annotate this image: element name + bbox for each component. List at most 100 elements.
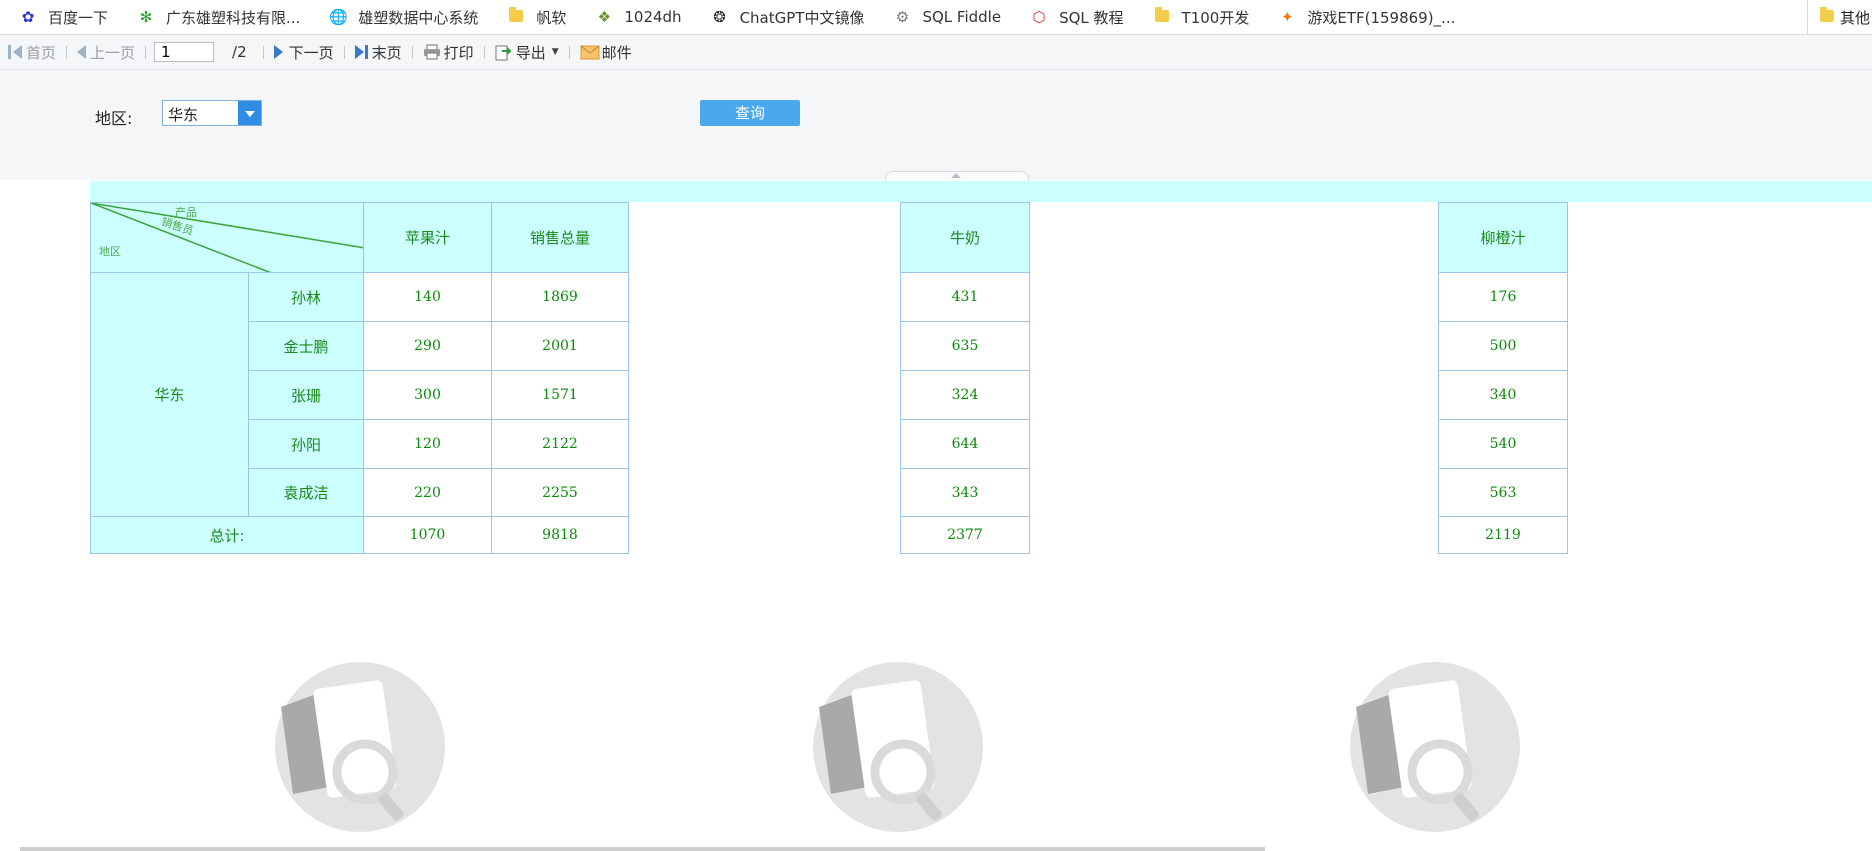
table-cell: 563: [1438, 468, 1568, 517]
table-cell: 2255: [491, 468, 629, 517]
globe-icon: 🌐: [328, 8, 348, 26]
table-cell: 635: [900, 321, 1030, 371]
bookmarks-bar: ✿ 百度一下 ✻ 广东雄塑科技有限... 🌐 雄塑数据中心系统 帆软 ❖ 102…: [0, 0, 1872, 35]
bookmark-label: 雄塑数据中心系统: [358, 8, 479, 27]
salesperson-cell: 袁成洁: [248, 468, 364, 517]
bookmark-label: T100开发: [1181, 8, 1250, 27]
table-cell: 176: [1438, 272, 1568, 322]
openai-icon: ❂: [713, 8, 726, 26]
next-page-label: 下一页: [288, 43, 334, 62]
bookmark-label: 1024dh: [624, 8, 682, 26]
table-cell: 644: [900, 419, 1030, 469]
header-sales-total: 销售总量: [491, 202, 629, 273]
region-select-value: 华东: [168, 106, 199, 124]
bookmark-label: 百度一下: [48, 8, 109, 27]
bookmark-baidu[interactable]: ✿ 百度一下: [0, 0, 118, 34]
total-cell: 9818: [491, 516, 629, 554]
total-cell: 2119: [1438, 516, 1568, 554]
mail-button[interactable]: 邮件: [576, 39, 636, 65]
bookmark-label: SQL 教程: [1059, 8, 1124, 27]
dropdown-arrow-icon[interactable]: [238, 101, 261, 125]
table-cell: 431: [900, 272, 1030, 322]
bookmark-t100[interactable]: T100开发: [1134, 0, 1260, 34]
horizontal-scrollbar[interactable]: [20, 847, 1265, 851]
corner-region-label: 地区: [99, 245, 121, 258]
table-cell: 324: [900, 370, 1030, 420]
bookmark-etf[interactable]: ✦ 游戏ETF(159869)_...: [1259, 0, 1465, 34]
total-cell: 1070: [363, 516, 492, 554]
table-cell: 1571: [491, 370, 629, 420]
report-toolbar: 首页 上一页 /2 下一页 末页 打印 导出 ▼: [0, 35, 1872, 70]
folder-icon: [506, 7, 526, 26]
bookmark-label: 广东雄塑科技有限...: [166, 8, 301, 27]
empty-chart-placeholder-icon: [275, 662, 445, 832]
table-cell: 120: [363, 419, 492, 469]
fire-icon: ✦: [1281, 8, 1294, 26]
salesperson-cell: 孙林: [248, 272, 364, 322]
bookmark-sql-fiddle[interactable]: ⚙ SQL Fiddle: [874, 0, 1011, 34]
filter-panel: 地区: 华东 查询: [0, 70, 1872, 180]
region-label: 地区:: [95, 109, 133, 128]
export-button[interactable]: 导出 ▼: [491, 39, 563, 65]
corner-diagonal-lines: [91, 203, 365, 274]
bookmark-chatgpt[interactable]: ❂ ChatGPT中文镜像: [692, 0, 875, 34]
baidu-paw-icon: ✿: [21, 8, 35, 26]
bookmark-sql-tutorial[interactable]: ⬡ SQL 教程: [1011, 0, 1133, 34]
table-cell: 290: [363, 321, 492, 371]
bookmark-fanruan[interactable]: 帆软: [488, 0, 576, 34]
bookmark-data-center[interactable]: 🌐 雄塑数据中心系统: [310, 0, 488, 34]
corner-header: 产品 销售员 地区: [90, 202, 365, 274]
empty-chart-placeholder-icon: [813, 662, 983, 832]
last-page-icon: [354, 45, 364, 59]
bookmark-label: ChatGPT中文镜像: [739, 8, 865, 27]
salesperson-cell: 张珊: [248, 370, 364, 420]
next-page-button[interactable]: 下一页: [270, 39, 338, 65]
bookmark-label: 游戏ETF(159869)_...: [1307, 8, 1456, 27]
table-cell: 140: [363, 272, 492, 322]
table-cell: 500: [1438, 321, 1568, 371]
envelope-icon: [580, 45, 600, 59]
salesperson-cell: 金士鹏: [248, 321, 364, 371]
first-page-button[interactable]: 首页: [4, 39, 60, 65]
prev-page-label: 上一页: [90, 43, 136, 62]
next-page-icon: [273, 45, 283, 59]
leaf-icon: ❖: [597, 8, 612, 26]
region-select[interactable]: 华东: [162, 100, 262, 126]
bookmark-other[interactable]: 其他: [1806, 0, 1872, 34]
gear-flower-icon: ✻: [139, 8, 153, 26]
table-cell: 2001: [491, 321, 629, 371]
header-apple-juice: 苹果汁: [363, 202, 492, 273]
header-orange-juice: 柳橙汁: [1438, 202, 1568, 273]
prev-page-button[interactable]: 上一页: [73, 39, 139, 65]
region-cell: 华东: [90, 272, 249, 517]
export-label: 导出: [515, 43, 546, 62]
first-page-label: 首页: [26, 43, 57, 62]
folder-icon: [1819, 7, 1834, 26]
mail-label: 邮件: [601, 43, 632, 62]
bookmark-label: SQL Fiddle: [922, 8, 1002, 26]
query-button[interactable]: 查询: [700, 100, 800, 126]
bookmark-xiongsu[interactable]: ✻ 广东雄塑科技有限...: [118, 0, 310, 34]
report-header-band: [90, 181, 1872, 202]
w3-icon: ⬡: [1032, 8, 1046, 26]
table-cell: 300: [363, 370, 492, 420]
page-total: /2: [232, 43, 247, 61]
total-cell: 2377: [900, 516, 1030, 554]
bookmark-1024dh[interactable]: ❖ 1024dh: [576, 0, 691, 34]
last-page-button[interactable]: 末页: [351, 39, 406, 65]
first-page-icon: [8, 45, 11, 59]
page-number-input[interactable]: [154, 42, 215, 62]
header-milk: 牛奶: [900, 202, 1030, 273]
print-label: 打印: [443, 43, 474, 62]
table-cell: 1869: [491, 272, 629, 322]
caret-down-icon: ▼: [551, 47, 559, 57]
fiddle-icon: ⚙: [895, 8, 910, 26]
table-cell: 540: [1438, 419, 1568, 469]
table-cell: 220: [363, 468, 492, 517]
printer-icon: [423, 44, 440, 60]
table-cell: 340: [1438, 370, 1568, 420]
table-cell: 343: [900, 468, 1030, 517]
table-cell: 2122: [491, 419, 629, 469]
folder-icon: [1152, 7, 1172, 26]
print-button[interactable]: 打印: [419, 39, 478, 65]
